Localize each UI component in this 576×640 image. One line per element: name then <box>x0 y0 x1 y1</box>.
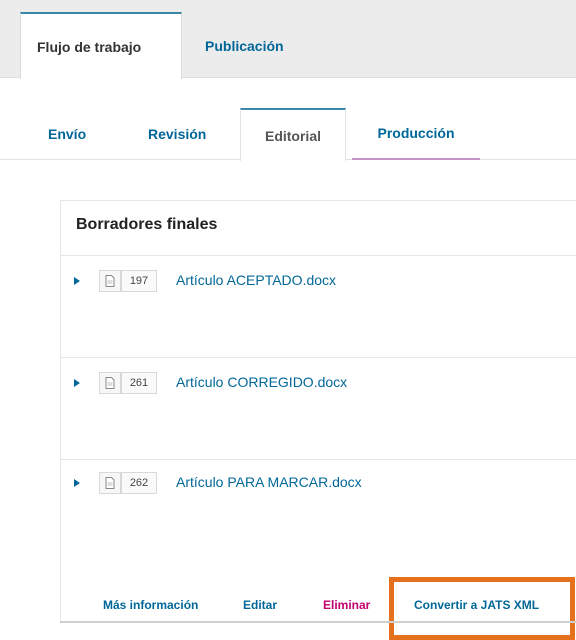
file-link-1[interactable]: Artículo ACEPTADO.docx <box>176 272 336 288</box>
top-tab-bar: Flujo de trabajo Publicación <box>0 0 576 79</box>
divider <box>60 255 576 256</box>
tab-review[interactable]: Revisión <box>148 108 206 160</box>
tab-workflow-label: Flujo de trabajo <box>37 38 142 55</box>
tab-publication[interactable]: Publicación <box>205 12 284 79</box>
convert-jats-xml-link[interactable]: Convertir a JATS XML <box>414 598 539 612</box>
tab-editorial-label: Editorial <box>264 127 321 144</box>
tab-editorial[interactable]: Editorial <box>240 108 346 161</box>
stage-tab-bar: Envío Revisión Editorial Producción <box>0 108 576 161</box>
more-info-link[interactable]: Más información <box>103 598 198 612</box>
tab-publication-label: Publicación <box>205 37 284 54</box>
file-id-badge: 262 <box>121 472 157 494</box>
delete-link[interactable]: Eliminar <box>323 598 370 612</box>
tab-production-label: Producción <box>377 125 455 141</box>
expand-row-3-icon[interactable] <box>74 479 80 487</box>
divider <box>60 357 576 358</box>
panel-title: Borradores finales <box>76 216 218 233</box>
tab-workflow[interactable]: Flujo de trabajo <box>20 12 182 79</box>
divider <box>60 459 576 460</box>
document-icon <box>99 270 121 292</box>
expand-row-1-icon[interactable] <box>74 277 80 285</box>
expand-row-2-icon[interactable] <box>74 379 80 387</box>
final-drafts-panel <box>60 200 576 623</box>
document-icon <box>99 472 121 494</box>
editorial-workflow-screen: Flujo de trabajo Publicación Envío Revis… <box>0 0 576 640</box>
file-link-2[interactable]: Artículo CORREGIDO.docx <box>176 374 347 390</box>
file-link-3[interactable]: Artículo PARA MARCAR.docx <box>176 474 362 490</box>
edit-link[interactable]: Editar <box>243 598 277 612</box>
document-icon <box>99 372 121 394</box>
file-id-badge: 197 <box>121 270 157 292</box>
tab-production[interactable]: Producción <box>352 108 480 160</box>
tab-submission[interactable]: Envío <box>48 108 86 160</box>
tab-submission-label: Envío <box>48 126 87 142</box>
tab-review-label: Revisión <box>148 126 207 142</box>
file-id-badge: 261 <box>121 372 157 394</box>
